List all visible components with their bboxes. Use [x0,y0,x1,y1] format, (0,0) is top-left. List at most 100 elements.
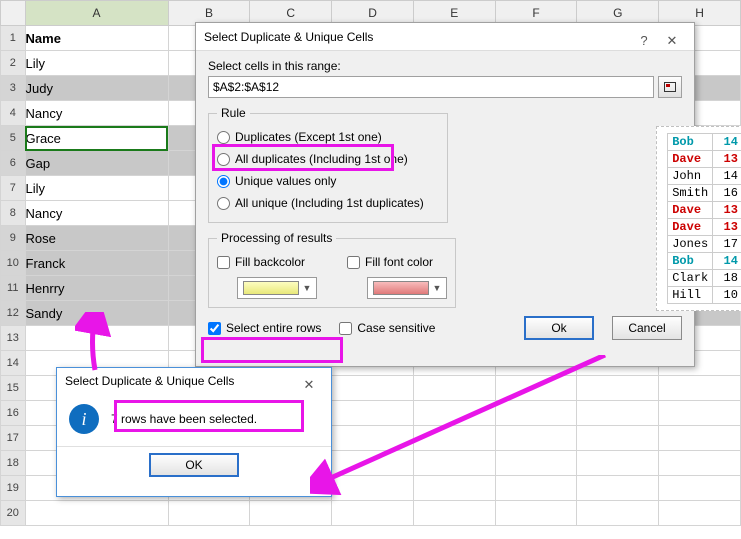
cell[interactable]: Nancy [25,201,168,226]
cell[interactable] [413,401,495,426]
row-header[interactable]: 1 [1,26,26,51]
help-button[interactable]: ? [630,27,658,47]
case-sensitive-check[interactable]: Case sensitive [339,317,435,339]
yellow-swatch [243,281,299,295]
chevron-down-icon: ▼ [433,283,442,293]
row-header[interactable]: 3 [1,76,26,101]
row-header[interactable]: 5 [1,126,26,151]
close-button[interactable]: ✕ [658,27,686,47]
cell[interactable] [659,476,741,501]
fill-fontcolor-check[interactable]: Fill font color [347,251,447,273]
cell[interactable]: Rose [25,226,168,251]
info-icon: i [69,404,99,434]
range-select-icon [664,82,676,92]
row-header[interactable]: 9 [1,226,26,251]
row-header[interactable]: 13 [1,326,26,351]
fontcolor-picker[interactable]: ▼ [367,277,447,299]
cell[interactable] [577,426,659,451]
row-header[interactable]: 6 [1,151,26,176]
cell[interactable]: Name [25,26,168,51]
cell[interactable] [577,501,659,526]
row-header[interactable]: 7 [1,176,26,201]
row-header[interactable]: 20 [1,501,26,526]
cell[interactable]: Gap [25,151,168,176]
cancel-button[interactable]: Cancel [612,316,682,340]
chevron-down-icon: ▼ [303,283,312,293]
cell[interactable] [332,476,414,501]
row-header[interactable]: 16 [1,401,26,426]
cell[interactable] [25,326,168,351]
cell[interactable] [659,376,741,401]
result-dialog: Select Duplicate & Unique Cells ✕ i 7 ro… [56,367,332,497]
cell[interactable] [495,426,577,451]
dialog-titlebar[interactable]: Select Duplicate & Unique Cells ? ✕ [196,23,694,51]
row-header[interactable]: 17 [1,426,26,451]
cell[interactable] [332,451,414,476]
radio-unique-only[interactable]: Unique values only [217,170,439,192]
cell[interactable]: Lily [25,176,168,201]
radio-all-duplicates[interactable]: All duplicates (Including 1st one) [217,148,439,170]
cell[interactable]: Lily [25,51,168,76]
backcolor-picker[interactable]: ▼ [237,277,317,299]
cell[interactable] [577,376,659,401]
example-table-before: Bob14Dave13John14Smith16Dave13Dave13Jone… [667,133,741,304]
row-header[interactable]: 14 [1,351,26,376]
cell[interactable] [168,501,250,526]
cell[interactable]: Henrry [25,276,168,301]
cell[interactable] [250,501,332,526]
cell[interactable] [659,401,741,426]
cell[interactable] [332,376,414,401]
select-entire-rows-check[interactable]: Select entire rows [208,317,321,339]
cell[interactable] [495,401,577,426]
example-preview: Bob14Dave13John14Smith16Dave13Dave13Jone… [656,126,741,311]
cell[interactable] [413,476,495,501]
range-select-button[interactable] [658,76,682,98]
cell[interactable] [659,426,741,451]
cell[interactable]: Franck [25,251,168,276]
result-ok-button[interactable]: OK [149,453,239,477]
cell[interactable] [577,401,659,426]
cell[interactable] [495,476,577,501]
cell[interactable] [332,401,414,426]
cell[interactable] [413,376,495,401]
cell[interactable] [495,501,577,526]
cell[interactable] [659,501,741,526]
result-title: Select Duplicate & Unique Cells [65,367,295,395]
cell[interactable] [413,451,495,476]
row-header[interactable]: 4 [1,101,26,126]
cell[interactable]: Judy [25,76,168,101]
radio-duplicates-except[interactable]: Duplicates (Except 1st one) [217,126,439,148]
row-header[interactable]: 15 [1,376,26,401]
row-header[interactable]: 10 [1,251,26,276]
result-titlebar[interactable]: Select Duplicate & Unique Cells ✕ [57,368,331,394]
result-message: 7 rows have been selected. [111,412,257,426]
cell[interactable] [495,376,577,401]
ok-button[interactable]: Ok [524,316,594,340]
cell[interactable]: Sandy [25,301,168,326]
cell[interactable] [413,501,495,526]
range-input[interactable] [208,76,654,98]
cell[interactable] [577,451,659,476]
processing-group: Processing of results Fill backcolor ▼ F… [208,231,456,308]
row-header[interactable]: 2 [1,51,26,76]
cell[interactable] [413,426,495,451]
cell[interactable] [25,501,168,526]
cell[interactable] [332,426,414,451]
row-header[interactable]: 11 [1,276,26,301]
cell[interactable] [659,451,741,476]
rule-legend: Rule [217,106,250,120]
row-header[interactable]: 19 [1,476,26,501]
cell[interactable]: Grace [25,126,168,151]
result-close-button[interactable]: ✕ [295,371,323,391]
row-header[interactable]: 12 [1,301,26,326]
cell[interactable] [332,501,414,526]
row-header[interactable]: 8 [1,201,26,226]
column-header-A[interactable]: A [25,1,168,26]
row-header[interactable]: 18 [1,451,26,476]
cell[interactable]: Nancy [25,101,168,126]
radio-all-unique[interactable]: All unique (Including 1st duplicates) [217,192,439,214]
fill-backcolor-check[interactable]: Fill backcolor [217,251,317,273]
select-all-corner[interactable] [1,1,26,26]
cell[interactable] [577,476,659,501]
cell[interactable] [495,451,577,476]
